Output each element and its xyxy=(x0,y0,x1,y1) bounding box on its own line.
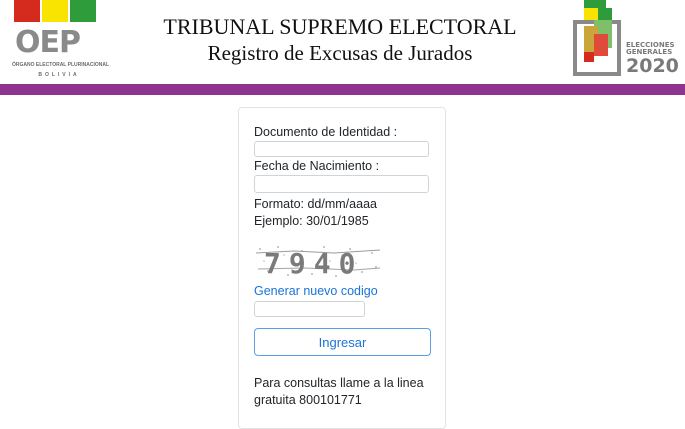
oep-logo: OEP ÓRGANO ELECTORAL PLURINACIONAL BOLIV… xyxy=(12,0,110,82)
captcha-svg: 7940 xyxy=(254,241,382,281)
flag-yellow-stripe xyxy=(42,0,68,22)
formato-hint: Formato: dd/mm/aaaa xyxy=(254,197,377,211)
header-title-block: TRIBUNAL SUPREMO ELECTORAL Registro de E… xyxy=(140,14,540,66)
regenerate-captcha-link[interactable]: Generar nuevo codigo xyxy=(254,284,378,298)
page-title: TRIBUNAL SUPREMO ELECTORAL xyxy=(163,14,517,39)
consultas-info-text: Para consultas llame a la linea gratuita… xyxy=(254,376,424,407)
ejemplo-hint: Ejemplo: 30/01/1985 xyxy=(254,214,369,228)
fecha-label: Fecha de Nacimiento : xyxy=(254,159,380,173)
documento-label: Documento de Identidad : xyxy=(254,125,398,139)
flag-red-stripe xyxy=(14,0,40,22)
documento-input[interactable] xyxy=(254,141,429,157)
oep-logo-text: OEP xyxy=(15,25,81,60)
elecciones-label: ELECCIONES GENERALES xyxy=(626,42,675,56)
page-subtitle: Registro de Excusas de Jurados xyxy=(207,41,473,65)
captcha-image: 7940 xyxy=(254,241,382,281)
ingresar-button[interactable]: Ingresar xyxy=(254,328,431,356)
elecciones-2020-logo: ELECCIONES GENERALES 2020 xyxy=(572,0,684,80)
oep-logo-country: BOLIVIA xyxy=(38,72,80,78)
fecha-input[interactable] xyxy=(254,175,429,193)
page-header: OEP ÓRGANO ELECTORAL PLURINACIONAL BOLIV… xyxy=(0,0,685,84)
header-divider-bar xyxy=(0,84,685,95)
elecciones-year: 2020 xyxy=(626,55,679,77)
captcha-code-text: 7940 xyxy=(264,247,363,280)
captcha-input[interactable] xyxy=(254,301,365,317)
excusa-login-form: Documento de Identidad : Fecha de Nacimi… xyxy=(238,107,446,429)
ballot-box-icon xyxy=(573,0,621,76)
oep-logo-subtitle: ÓRGANO ELECTORAL PLURINACIONAL xyxy=(12,62,110,68)
flag-green-stripe xyxy=(70,0,96,22)
